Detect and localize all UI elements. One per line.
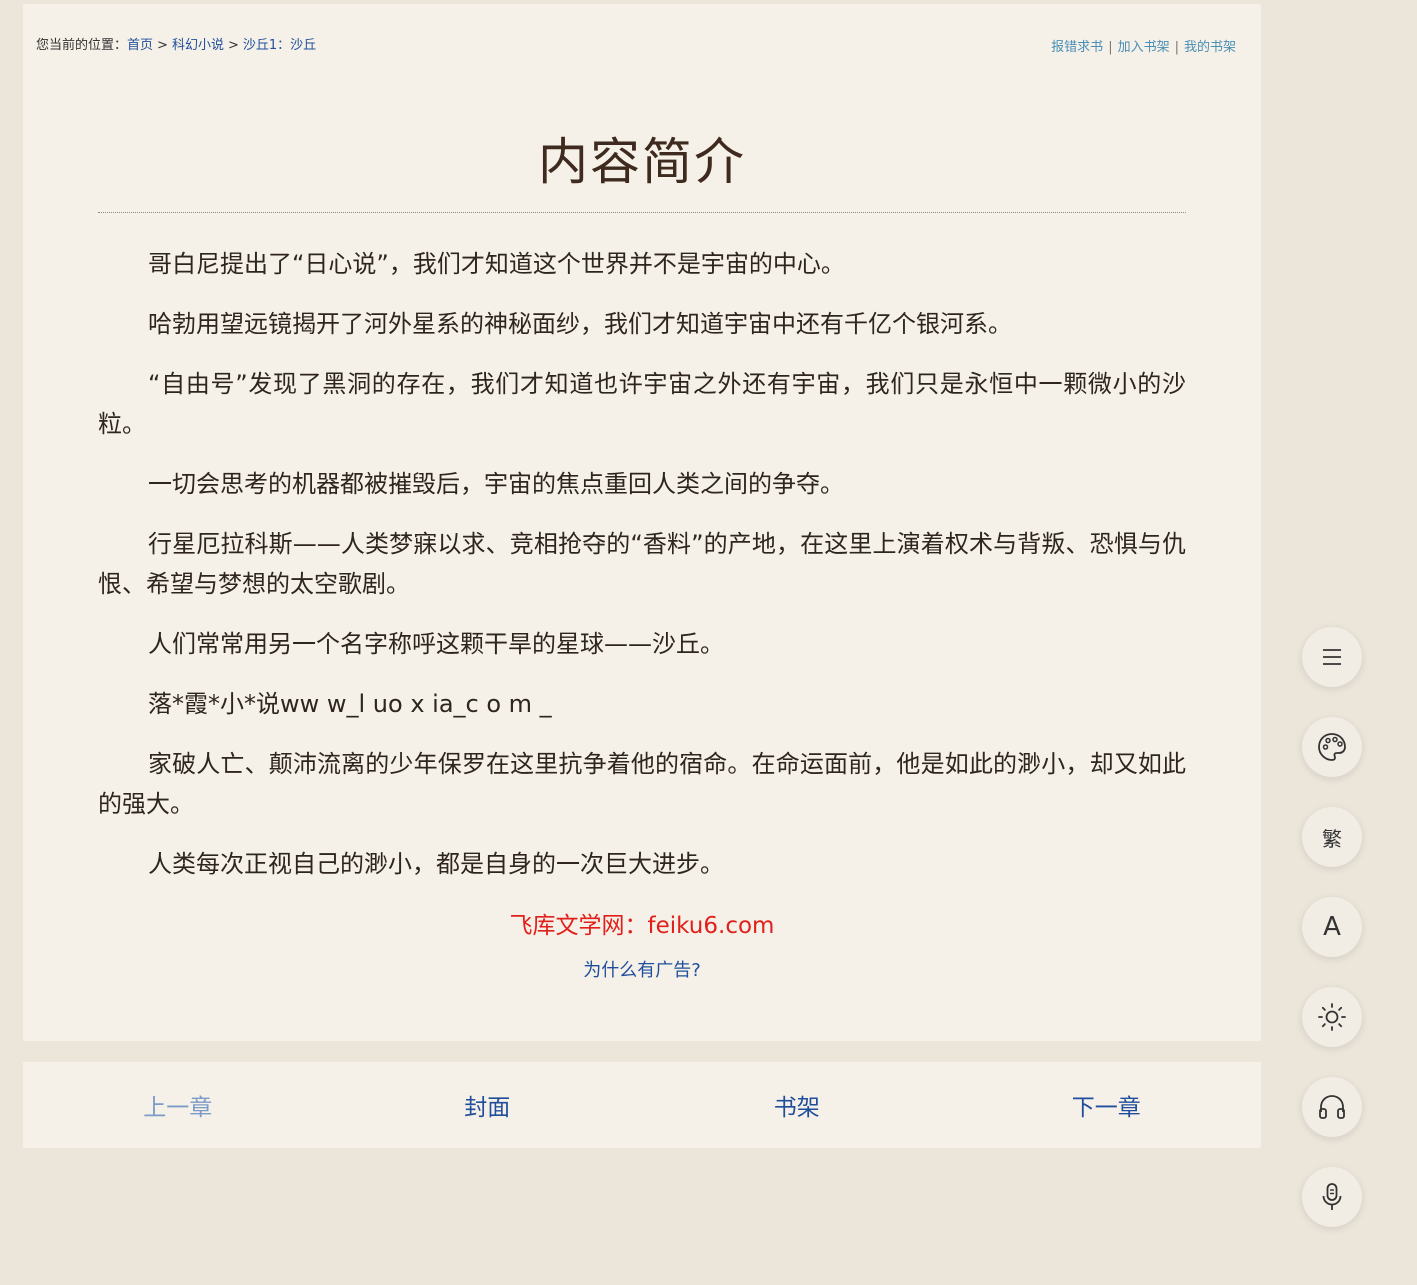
breadcrumb-book-link[interactable]: 沙丘1：沙丘 bbox=[243, 38, 316, 53]
palette-icon bbox=[1316, 731, 1348, 763]
chapter-nav: 上一章 封面 书架 下一章 bbox=[23, 1062, 1261, 1148]
paragraph: 家破人亡、颠沛流离的少年保罗在这里抗争着他的宿命。在命运面前，他是如此的渺小，却… bbox=[98, 750, 1186, 818]
chapter-title: 内容简介 bbox=[538, 133, 746, 191]
microphone-icon bbox=[1317, 1181, 1347, 1213]
listen-button[interactable] bbox=[1302, 1077, 1362, 1137]
paragraph: 行星厄拉科斯——人类梦寐以求、竞相抢夺的“香料”的产地，在这里上演着权术与背叛、… bbox=[98, 530, 1186, 598]
paragraph: 一切会思考的机器都被摧毁后，宇宙的焦点重回人类之间的争夺。 bbox=[148, 470, 844, 498]
font-size-icon: A bbox=[1323, 912, 1341, 942]
paragraph: 哈勃用望远镜揭开了河外星系的神秘面纱，我们才知道宇宙中还有千亿个银河系。 bbox=[148, 310, 1012, 338]
brightness-icon bbox=[1316, 1001, 1348, 1033]
traditional-chinese-icon: 繁 bbox=[1322, 826, 1342, 851]
breadcrumb-separator: > bbox=[157, 38, 168, 53]
breadcrumb-home-link[interactable]: 首页 bbox=[127, 38, 153, 53]
breadcrumb: 您当前的位置：首页 > 科幻小说 > 沙丘1：沙丘 bbox=[36, 34, 316, 53]
font-size-button[interactable]: A bbox=[1302, 897, 1362, 957]
menu-button[interactable] bbox=[1302, 627, 1362, 687]
theme-button[interactable] bbox=[1302, 717, 1362, 777]
traditional-chinese-button[interactable]: 繁 bbox=[1302, 807, 1362, 867]
menu-icon bbox=[1321, 648, 1343, 666]
cover-button[interactable]: 封面 bbox=[333, 1062, 643, 1148]
floating-toolbar: 繁 A bbox=[1302, 627, 1362, 1257]
my-shelf-link[interactable]: 我的书架 bbox=[1184, 40, 1236, 55]
paragraph: 人们常常用另一个名字称呼这颗干旱的星球——沙丘。 bbox=[148, 630, 724, 658]
voice-button[interactable] bbox=[1302, 1167, 1362, 1227]
breadcrumb-separator: > bbox=[227, 38, 239, 53]
add-to-shelf-link[interactable]: 加入书架 bbox=[1118, 40, 1170, 55]
chapter-content: 哥白尼提出了“日心说”，我们才知道这个世界并不是宇宙的中心。 哈勃用望远镜揭开了… bbox=[98, 244, 1186, 904]
paragraph: 落*霞*小*说ww w_l uo x ia_c o m _ bbox=[148, 690, 552, 718]
next-chapter-button[interactable]: 下一章 bbox=[952, 1062, 1262, 1148]
reader-page: 您当前的位置：首页 > 科幻小说 > 沙丘1：沙丘 报错求书 | 加入书架 | 我的书架 内容简… bbox=[0, 0, 1417, 1285]
report-error-link[interactable]: 报错求书 bbox=[1051, 40, 1103, 55]
title-divider bbox=[98, 212, 1186, 213]
headphones-icon bbox=[1317, 1092, 1347, 1122]
top-links: 报错求书 | 加入书架 | 我的书架 bbox=[1051, 36, 1236, 55]
paragraph: 人类每次正视自己的渺小，都是自身的一次巨大进步。 bbox=[148, 850, 724, 878]
ad-text[interactable]: 飞库文学网：feiku6.com bbox=[98, 906, 1186, 940]
link-divider: | bbox=[1174, 40, 1179, 55]
prev-chapter-button[interactable]: 上一章 bbox=[23, 1062, 333, 1148]
content-panel: 您当前的位置：首页 > 科幻小说 > 沙丘1：沙丘 报错求书 | 加入书架 | 我的书架 内容简… bbox=[23, 4, 1261, 1041]
breadcrumb-category-link[interactable]: 科幻小说 bbox=[172, 38, 224, 53]
why-ad-link[interactable]: 为什么有广告? bbox=[98, 956, 1186, 982]
breadcrumb-prefix: 您当前的位置： bbox=[36, 38, 128, 53]
brightness-button[interactable] bbox=[1302, 987, 1362, 1047]
paragraph: “自由号”发现了黑洞的存在，我们才知道也许宇宙之外还有宇宙，我们只是永恒中一颗微… bbox=[98, 370, 1186, 438]
link-divider: | bbox=[1108, 40, 1113, 55]
bookshelf-button[interactable]: 书架 bbox=[642, 1062, 952, 1148]
paragraph: 哥白尼提出了“日心说”，我们才知道这个世界并不是宇宙的中心。 bbox=[148, 250, 845, 278]
